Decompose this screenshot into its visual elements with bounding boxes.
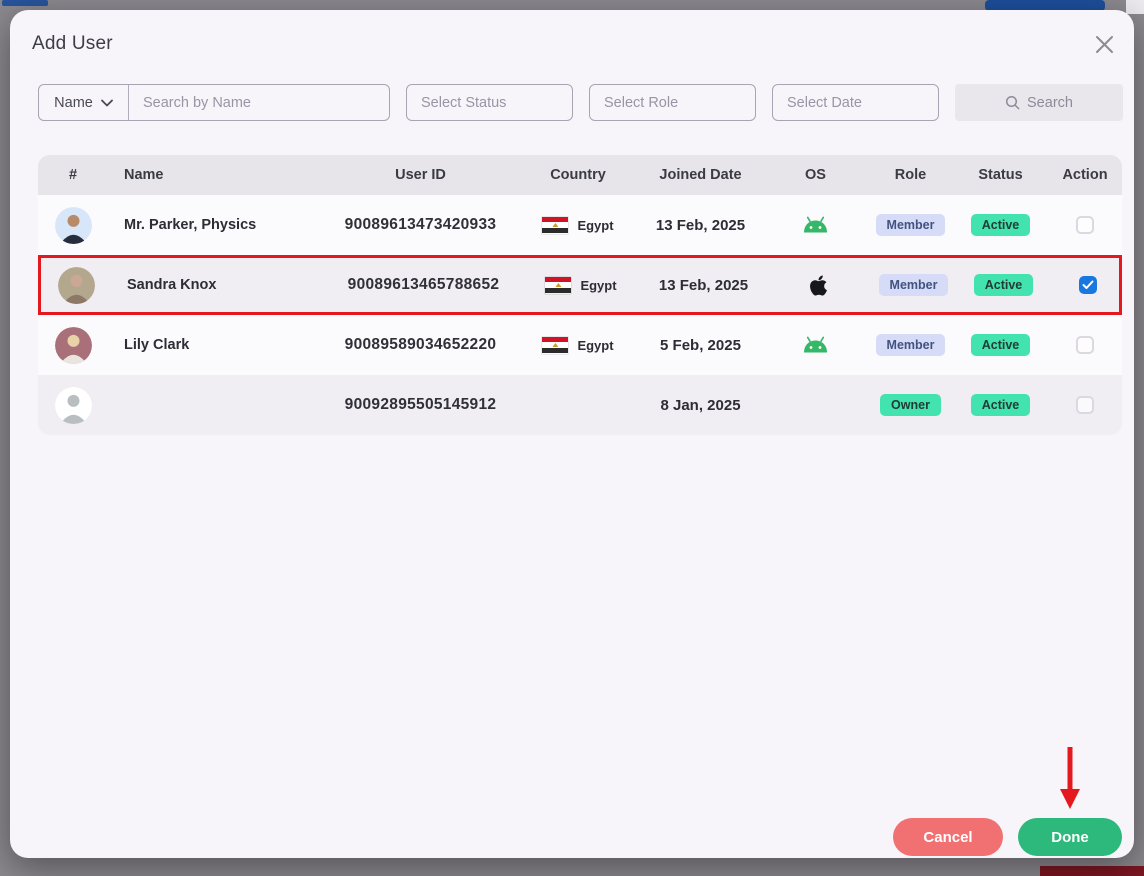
close-icon[interactable]	[1092, 32, 1116, 56]
avatar-cell	[41, 266, 111, 304]
select-role-input[interactable]	[589, 84, 756, 121]
action-cell	[1051, 276, 1125, 294]
egypt-flag-icon	[542, 336, 569, 354]
search-by-name-input[interactable]	[129, 85, 389, 120]
android-icon	[804, 336, 827, 353]
avatar	[54, 326, 92, 364]
filter-bar: Name Search	[38, 84, 1123, 121]
user-name: Lily Clark	[124, 337, 190, 353]
name-filter-dropdown[interactable]: Name	[39, 85, 129, 120]
table-row[interactable]: 90092895505145912 8 Jan, 2025 Owner Acti…	[38, 375, 1122, 435]
role-badge: Member	[875, 334, 946, 356]
select-status-input[interactable]	[406, 84, 573, 121]
status-cell: Active	[953, 394, 1048, 416]
user-name: Sandra Knox	[127, 277, 217, 293]
column-header: User ID	[395, 167, 446, 183]
avatar-cell	[38, 206, 108, 244]
page-title: Add User	[32, 33, 113, 54]
country-cell: Egypt	[518, 216, 638, 234]
country-label: Egypt	[577, 217, 614, 233]
avatar-cell	[38, 326, 108, 364]
joined-date: 8 Jan, 2025	[660, 396, 741, 414]
column-header: Name	[124, 167, 164, 183]
user-id: 90092895505145912	[344, 396, 497, 413]
country-cell: Egypt	[518, 336, 638, 354]
background-button-fragment-bottom	[1040, 866, 1144, 876]
android-icon	[804, 216, 827, 233]
table-body: Mr. Parker, Physics 90089613473420933 Eg…	[38, 195, 1122, 435]
status-badge: Active	[970, 334, 1031, 356]
cancel-button[interactable]: Cancel	[893, 818, 1003, 856]
status-cell: Active	[953, 214, 1048, 236]
search-button-label: Search	[1027, 94, 1073, 111]
table-header: # Name User ID Country Joined Date OS Role Stat…	[38, 155, 1122, 195]
screen: Add User Name Search # Name User ID Country…	[0, 0, 1144, 876]
chevron-down-icon	[100, 99, 113, 106]
user-id: 90089613473420933	[344, 216, 497, 233]
joined-date: 5 Feb, 2025	[660, 336, 741, 354]
table-row[interactable]: Lily Clark 90089589034652220 Egypt 5 Feb…	[38, 315, 1122, 375]
avatar	[57, 266, 95, 304]
status-cell: Active	[956, 274, 1051, 296]
os-cell	[763, 216, 868, 234]
joined-date: 13 Feb, 2025	[658, 276, 749, 294]
search-button[interactable]: Search	[955, 84, 1123, 121]
add-user-modal: Add User Name Search # Name User ID Country…	[10, 10, 1134, 858]
column-header: Action	[1062, 167, 1108, 183]
role-cell: Owner	[868, 394, 953, 416]
column-header: Joined Date	[659, 167, 742, 183]
egypt-flag-icon	[542, 216, 569, 234]
table-row[interactable]: Sandra Knox 90089613465788652 Egypt 13 F…	[38, 255, 1122, 315]
column-header: Role	[894, 167, 927, 183]
row-checkbox[interactable]	[1076, 396, 1094, 414]
role-cell: Member	[868, 214, 953, 236]
user-name: Mr. Parker, Physics	[124, 217, 257, 233]
avatar	[54, 206, 92, 244]
background-text-fragment	[2, 0, 48, 6]
search-icon	[1005, 95, 1020, 110]
row-checkbox[interactable]	[1079, 276, 1097, 294]
country-cell: Egypt	[521, 276, 641, 294]
role-badge: Member	[875, 214, 946, 236]
role-badge: Member	[878, 274, 949, 296]
name-search-combo: Name	[38, 84, 390, 121]
joined-date: 13 Feb, 2025	[655, 216, 746, 234]
os-cell	[766, 274, 871, 297]
column-header: Country	[550, 167, 606, 183]
role-cell: Member	[871, 274, 956, 296]
user-id: 90089589034652220	[344, 336, 497, 353]
status-cell: Active	[953, 334, 1048, 356]
name-filter-label: Name	[54, 94, 93, 111]
annotation-arrow-icon	[1060, 747, 1080, 809]
egypt-flag-icon	[545, 276, 572, 294]
avatar-cell	[38, 386, 108, 424]
row-checkbox[interactable]	[1076, 336, 1094, 354]
os-cell	[763, 336, 868, 354]
select-date-input[interactable]	[772, 84, 939, 121]
action-cell	[1048, 396, 1122, 414]
background-page-edge	[1126, 0, 1144, 14]
users-table: # Name User ID Country Joined Date OS Role Stat…	[38, 155, 1122, 435]
action-cell	[1048, 336, 1122, 354]
apple-icon	[810, 274, 827, 296]
table-row[interactable]: Mr. Parker, Physics 90089613473420933 Eg…	[38, 195, 1122, 255]
column-header: #	[68, 167, 78, 183]
done-button[interactable]: Done	[1018, 818, 1122, 856]
role-badge: Owner	[880, 394, 941, 416]
role-cell: Member	[868, 334, 953, 356]
row-checkbox[interactable]	[1076, 216, 1094, 234]
avatar	[54, 386, 92, 424]
action-cell	[1048, 216, 1122, 234]
status-badge: Active	[970, 394, 1031, 416]
country-label: Egypt	[577, 337, 614, 353]
column-header: OS	[805, 167, 826, 183]
status-badge: Active	[973, 274, 1034, 296]
column-header: Status	[978, 167, 1023, 183]
status-badge: Active	[970, 214, 1031, 236]
country-label: Egypt	[580, 277, 617, 293]
check-icon	[1082, 280, 1094, 289]
user-id: 90089613465788652	[347, 276, 500, 293]
